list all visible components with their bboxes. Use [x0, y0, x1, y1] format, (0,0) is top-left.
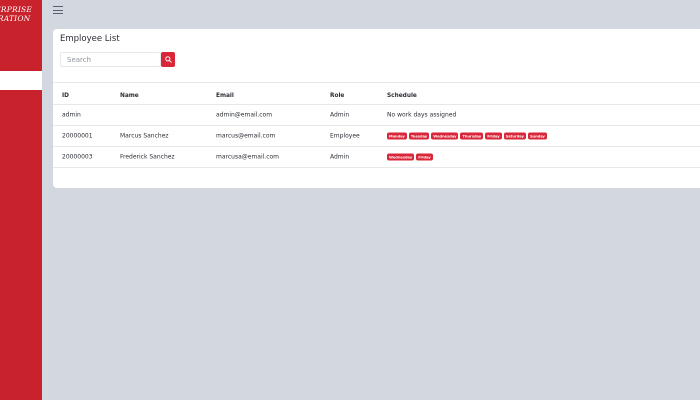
cell-role: Admin	[330, 111, 350, 119]
day-badge: Wednesday	[387, 153, 415, 161]
header-schedule: Schedule	[387, 92, 417, 99]
day-badge: Tuesday	[408, 132, 430, 140]
table-divider	[53, 82, 700, 83]
header-id: ID	[62, 92, 69, 99]
hamburger-menu-icon[interactable]	[53, 6, 63, 15]
day-badge: Wednesday	[431, 132, 459, 140]
day-badge: Friday	[416, 153, 433, 161]
day-badge: Friday	[485, 132, 502, 140]
search-input[interactable]	[60, 52, 161, 67]
header-email: Email	[216, 92, 234, 99]
cell-name: Marcus Sanchez	[120, 132, 169, 140]
page-title: Employee List	[60, 34, 120, 44]
cell-email: marcus@email.com	[216, 132, 276, 140]
search-button[interactable]	[161, 52, 175, 67]
search-icon	[164, 56, 172, 63]
brand-logo: TERPRISE ORATION	[0, 5, 42, 23]
table-header: ID Name Email Role Schedule	[53, 87, 700, 105]
day-badge: Saturday	[503, 132, 526, 140]
day-badge: Thursday	[460, 132, 484, 140]
header-role: Role	[330, 92, 345, 99]
brand-line-2: ORATION	[0, 14, 31, 23]
schedule-badges: Wednesday Friday	[387, 153, 433, 161]
cell-email: admin@email.com	[216, 111, 273, 119]
day-badge: Sunday	[527, 132, 547, 140]
table-row: 20000001 Marcus Sanchez marcus@email.com…	[53, 126, 700, 147]
cell-schedule: No work days assigned	[387, 111, 457, 119]
table-row: admin admin@email.com Admin No work days…	[53, 105, 700, 126]
cell-role: Employee	[330, 132, 360, 140]
cell-name: Frederick Sanchez	[120, 153, 175, 161]
cell-email: marcusa@email.com	[216, 153, 280, 161]
table-row: 20000003 Frederick Sanchez marcusa@email…	[53, 147, 700, 168]
cell-id: admin	[62, 111, 81, 119]
sidebar: TERPRISE ORATION s	[0, 0, 42, 400]
day-badge: Monday	[387, 132, 407, 140]
cell-id: 20000003	[62, 153, 93, 161]
schedule-badges: Monday Tuesday Wednesday Thursday Friday…	[387, 132, 547, 140]
topbar	[42, 0, 700, 22]
employee-list-card: Employee List ID Name Email Role Schedul…	[53, 29, 700, 188]
cell-role: Admin	[330, 153, 350, 161]
header-name: Name	[120, 92, 139, 99]
brand-line-1: TERPRISE	[0, 5, 32, 14]
cell-id: 20000001	[62, 132, 93, 140]
sidebar-item-active[interactable]	[0, 71, 42, 90]
